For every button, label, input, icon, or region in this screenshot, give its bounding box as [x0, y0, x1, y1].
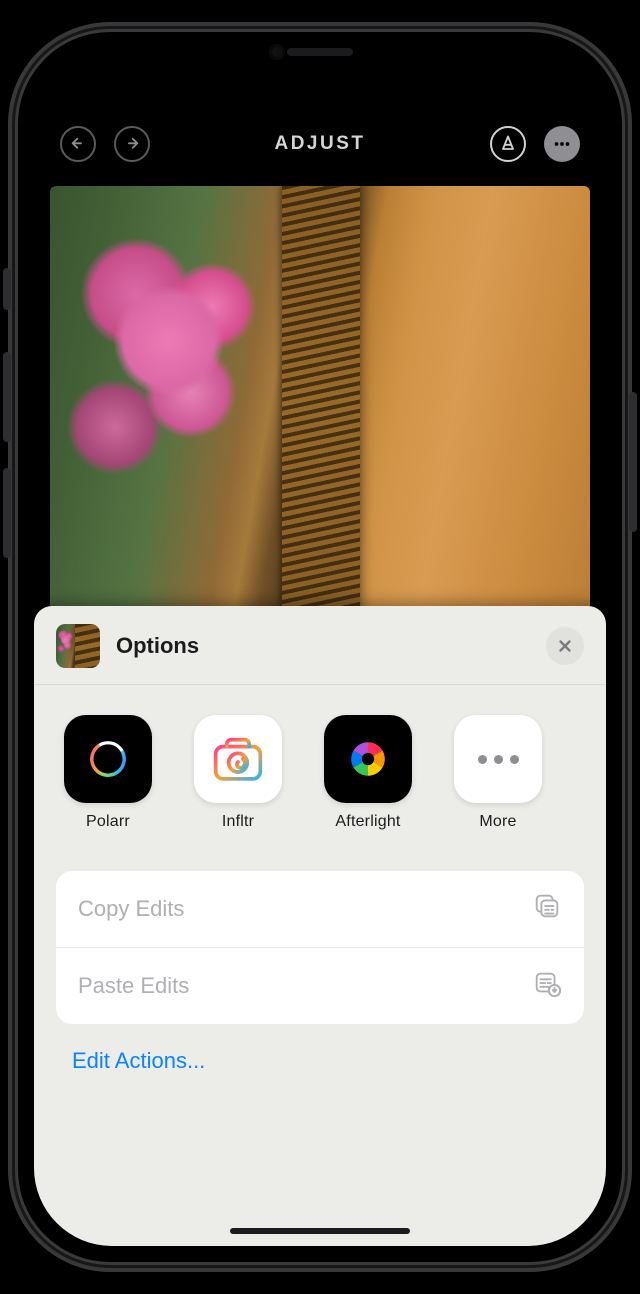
app-label: More [479, 813, 516, 831]
infltr-icon [194, 715, 282, 803]
notch [217, 32, 423, 72]
polarr-icon [64, 715, 152, 803]
paste-edits-label: Paste Edits [78, 973, 189, 999]
front-camera [269, 44, 285, 60]
redo-icon [123, 135, 141, 153]
edit-actions-link[interactable]: Edit Actions... [72, 1048, 568, 1074]
ellipsis-icon [551, 133, 573, 155]
sheet-header: Options [34, 606, 606, 685]
copy-edits-label: Copy Edits [78, 896, 184, 922]
screen: ADJUST Options [34, 48, 606, 1246]
markup-icon [498, 134, 518, 154]
copy-edits-icon [532, 891, 562, 927]
iphone-frame: ADJUST Options [18, 32, 622, 1262]
photo-content [50, 186, 590, 616]
app-label: Polarr [86, 813, 130, 831]
app-afterlight[interactable]: Afterlight [324, 715, 412, 831]
app-infltr[interactable]: Infltr [194, 715, 282, 831]
close-icon [556, 637, 574, 655]
more-button[interactable] [544, 126, 580, 162]
more-apps-icon [454, 715, 542, 803]
navbar: ADJUST [34, 122, 606, 166]
mute-switch [3, 268, 11, 310]
app-extensions-row: Polarr Infltr Afterlight [34, 685, 606, 853]
speaker-grille [287, 48, 353, 56]
photo-preview[interactable] [50, 186, 590, 616]
page-title: ADJUST [274, 133, 365, 155]
volume-down-button [3, 468, 11, 558]
undo-icon [69, 135, 87, 153]
undo-button[interactable] [60, 126, 96, 162]
redo-button[interactable] [114, 126, 150, 162]
paste-edits-row[interactable]: Paste Edits [56, 947, 584, 1024]
app-label: Afterlight [335, 813, 400, 831]
options-sheet: Options Polarr Infltr [34, 606, 606, 1246]
photo-thumbnail[interactable] [56, 624, 100, 668]
home-indicator[interactable] [230, 1228, 410, 1234]
afterlight-icon [324, 715, 412, 803]
volume-up-button [3, 352, 11, 442]
edit-actions-card: Copy Edits Paste Edits [56, 871, 584, 1024]
copy-edits-row[interactable]: Copy Edits [56, 871, 584, 947]
app-label: Infltr [222, 813, 254, 831]
power-button [629, 392, 637, 532]
app-polarr[interactable]: Polarr [64, 715, 152, 831]
close-button[interactable] [546, 627, 584, 665]
sheet-title: Options [116, 633, 530, 659]
markup-button[interactable] [490, 126, 526, 162]
paste-edits-icon [532, 968, 562, 1004]
app-more[interactable]: More [454, 715, 542, 831]
